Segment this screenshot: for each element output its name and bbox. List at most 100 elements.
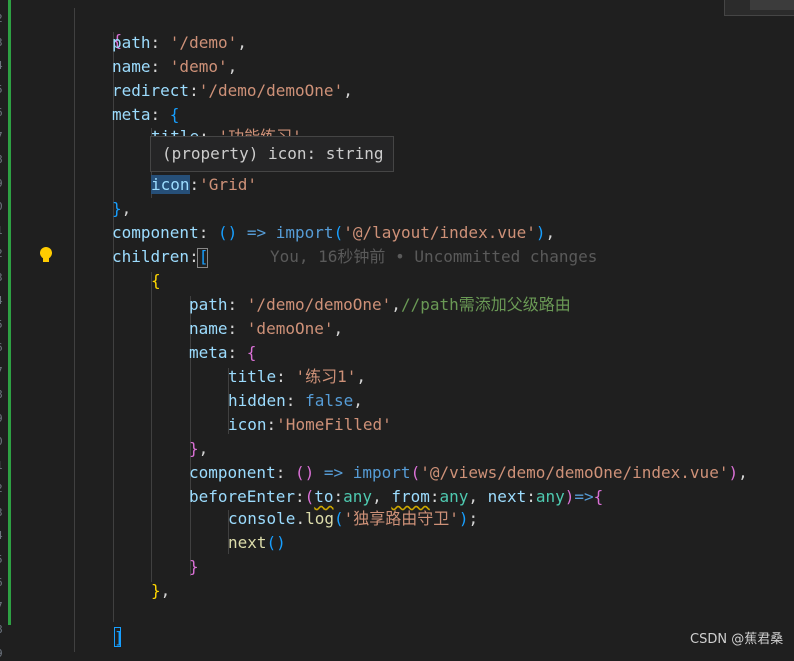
colon: :	[526, 487, 536, 506]
code-line: title: '练习1',	[228, 366, 366, 388]
find-widget-input[interactable]	[750, 0, 794, 10]
brace-open: {	[169, 105, 180, 124]
colon: :	[333, 487, 344, 506]
paren-open: (	[333, 509, 344, 528]
property-key: path	[112, 33, 151, 52]
paren-open: (	[304, 487, 315, 506]
line-number: 7	[0, 365, 3, 379]
colon: :	[266, 415, 277, 434]
paren-open: (	[333, 223, 344, 242]
line-number: 0	[0, 435, 3, 449]
paren-close: )	[458, 509, 469, 528]
comma: ,	[198, 439, 209, 458]
property-key: title	[228, 367, 277, 386]
colon: :	[189, 81, 199, 100]
string-value: '/demo/demoOne'	[198, 81, 344, 100]
code-line: component: () => import('@/layout/index.…	[112, 222, 555, 244]
line-number: 4	[0, 529, 3, 543]
comma: ,	[468, 487, 488, 506]
code-line: {	[74, 8, 123, 50]
log-function: log	[305, 509, 334, 528]
property-key-highlighted[interactable]: icon	[151, 175, 190, 194]
code-line: path: '/demo/demoOne',//path需添加父级路由	[189, 294, 571, 316]
code-line-current: children:[	[112, 246, 208, 268]
line-number: 4	[0, 59, 3, 73]
next-function: next	[228, 533, 267, 552]
property-key: name	[112, 57, 151, 76]
code-line: meta: {	[112, 104, 179, 126]
code-line: icon:'Grid'	[151, 174, 257, 196]
import-keyword: import	[352, 463, 411, 482]
property-key: children	[112, 247, 190, 266]
string-value: '独享路由守卫'	[343, 509, 459, 528]
line-number: 1	[0, 224, 3, 238]
property-key: beforeEnter	[189, 487, 295, 506]
line-number: 5	[0, 318, 3, 332]
code-line: name: 'demoOne',	[189, 318, 343, 340]
string-value: '/demo/demoOne'	[246, 295, 392, 314]
brace-open: {	[593, 487, 604, 506]
watermark: CSDN @蕉君桑	[690, 632, 784, 647]
string-value: '@/views/demo/demoOne/index.vue'	[420, 463, 729, 482]
parens: ()	[266, 533, 286, 552]
code-line: name: 'demo',	[112, 56, 237, 78]
brace-close: }	[189, 439, 199, 458]
brace-open: {	[151, 271, 161, 290]
colon: :	[198, 223, 218, 242]
string-value: 'HomeFilled'	[276, 415, 392, 434]
console-object: console	[228, 509, 296, 528]
git-blame-annotation: You, 16秒钟前 • Uncommitted changes	[270, 246, 597, 268]
indent-guide	[151, 272, 152, 582]
arrow: =>	[574, 487, 594, 506]
code-line: console.log('独享路由守卫');	[228, 508, 478, 530]
colon: :	[227, 343, 247, 362]
line-number-gutter: 2 3 4 5 6 7 8 9 0 1 2 3 4 5 6 7 8 9 0 1 2 3 4 5 6 7 8 9	[0, 0, 36, 660]
colon: :	[276, 367, 296, 386]
code-line: beforeEnter:(to:any, from:any, next:any)…	[189, 486, 603, 508]
comma: ,	[160, 581, 171, 600]
colon: :	[285, 391, 306, 410]
line-number: 8	[0, 153, 3, 167]
property-key: component	[189, 463, 276, 482]
type-any: any	[535, 487, 565, 506]
line-number: 4	[0, 294, 3, 308]
line-number: 2	[0, 482, 3, 496]
paren-close: )	[564, 487, 575, 506]
colon: :	[275, 463, 295, 482]
arrow: =>	[237, 223, 276, 242]
comment: //path需添加父级路由	[400, 295, 571, 314]
colon: :	[294, 487, 305, 506]
code-line: },	[112, 198, 131, 220]
parens: ()	[294, 463, 315, 482]
string-value: '@/layout/index.vue'	[343, 223, 536, 242]
line-number: 6	[0, 341, 3, 355]
comma: ,	[227, 57, 238, 76]
code-line: }	[189, 556, 199, 578]
comma: ,	[372, 487, 392, 506]
comma: ,	[353, 391, 363, 410]
git-added-indicator[interactable]	[8, 0, 11, 625]
line-number: 1	[0, 459, 3, 473]
line-number: 6	[0, 576, 3, 590]
code-line: {	[151, 270, 161, 292]
blame-text: You, 16秒钟前 • Uncommitted changes	[270, 247, 598, 266]
lightbulb-icon[interactable]	[38, 246, 54, 264]
line-number: 0	[0, 200, 3, 214]
code-line: component: () => import('@/views/demo/de…	[189, 462, 748, 484]
string-value: 'demoOne'	[246, 319, 334, 338]
comma: ,	[121, 199, 132, 218]
property-key: icon	[228, 415, 267, 434]
bracket-match-highlight	[114, 627, 121, 647]
property-key: component	[112, 223, 199, 242]
bracket-match-highlight	[197, 248, 208, 268]
colon: :	[150, 33, 170, 52]
param-to[interactable]: to	[314, 487, 333, 506]
code-line: path: '/demo',	[112, 32, 247, 54]
line-number: 2	[0, 247, 3, 261]
param-from[interactable]: from	[391, 487, 430, 506]
string-value: 'demo'	[169, 57, 228, 76]
code-line: redirect:'/demo/demoOne',	[112, 80, 353, 102]
line-number: 3	[0, 506, 3, 520]
line-number: 5	[0, 553, 3, 567]
colon: :	[227, 319, 247, 338]
